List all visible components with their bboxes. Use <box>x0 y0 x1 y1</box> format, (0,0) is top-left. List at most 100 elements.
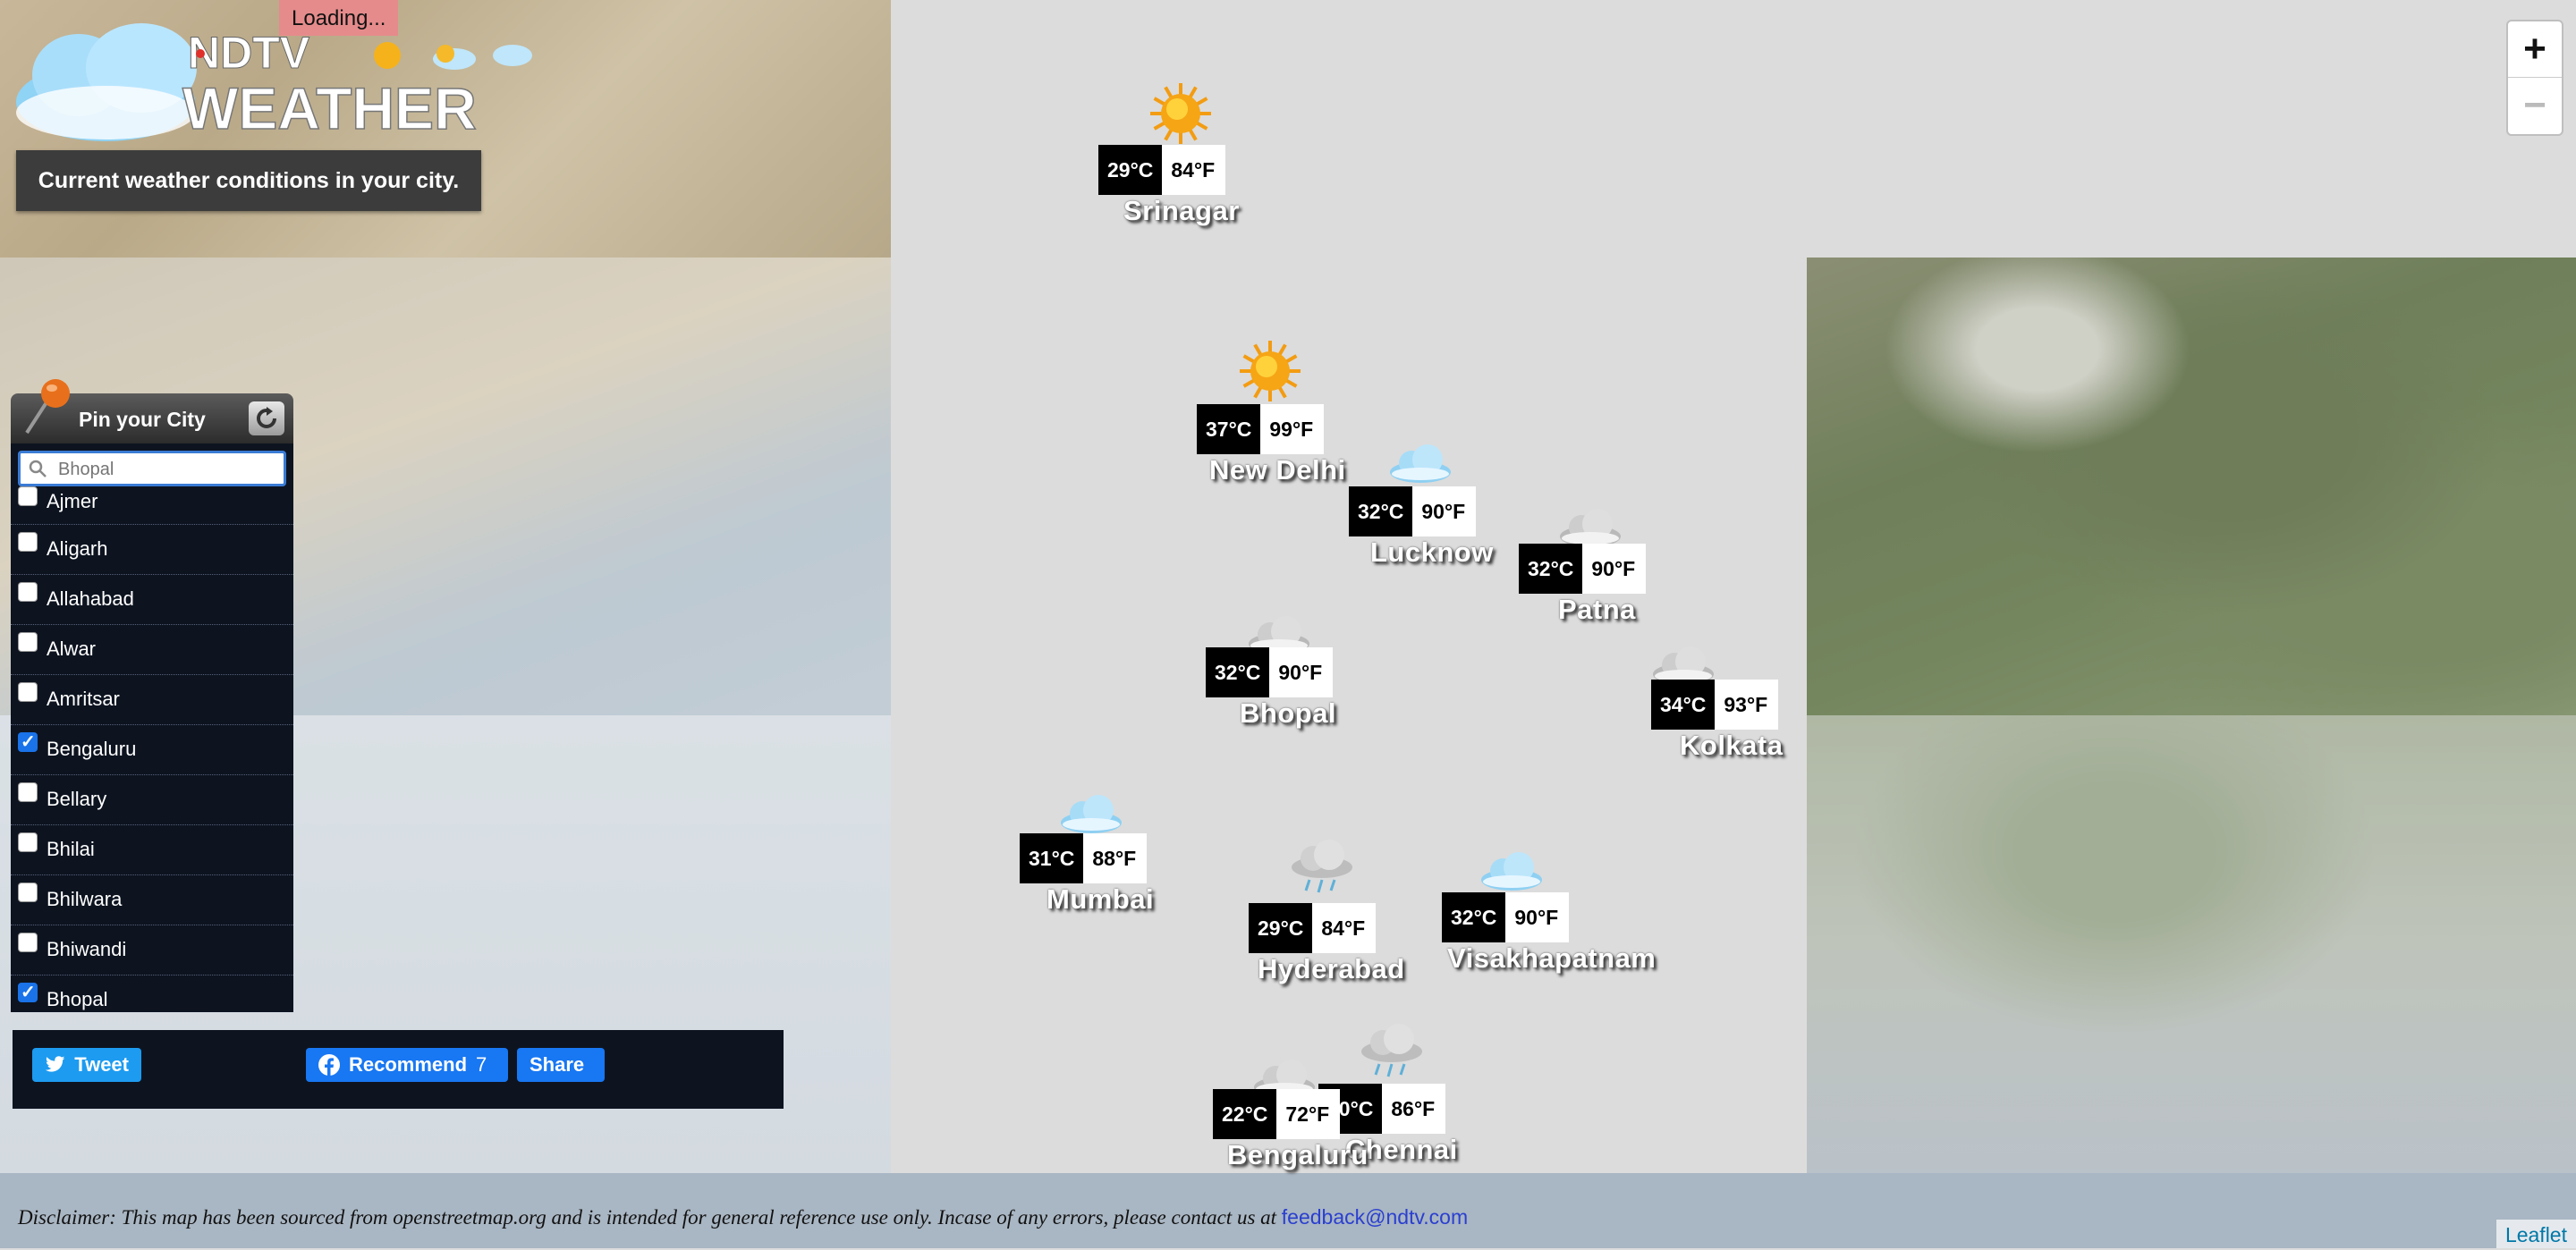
map-tile <box>891 0 1807 1173</box>
facebook-recommend-button[interactable]: Recommend 7 <box>306 1048 508 1082</box>
marker-city-name: Mumbai <box>1046 883 1155 915</box>
temperature-badge: 32°C 90°F <box>1519 544 1647 594</box>
temp-celsius: 32°C <box>1442 892 1506 942</box>
temp-celsius: 37°C <box>1197 404 1261 454</box>
city-list[interactable]: Ajmer Aligarh Allahabad Alwar Amritsar B… <box>11 486 293 1012</box>
temperature-badge: 32°C 90°F <box>1442 892 1570 942</box>
logo-sun-icon <box>374 42 401 69</box>
logo-cloud-icon <box>16 23 197 141</box>
marker-city-name: Lucknow <box>1370 536 1494 568</box>
city-checkbox[interactable] <box>18 832 38 852</box>
city-list-item[interactable]: Bellary <box>11 775 293 825</box>
recommend-count: 7 <box>476 1053 487 1076</box>
city-checkbox[interactable] <box>18 632 38 652</box>
disclaimer: Disclaimer: This map has been sourced fr… <box>18 1205 1468 1229</box>
city-label: Bhilai <box>47 838 95 860</box>
sun-icon <box>1234 340 1306 402</box>
zoom-out-button[interactable]: − <box>2508 78 2562 133</box>
marker-city-name: New Delhi <box>1209 454 1346 486</box>
temp-fahrenheit: 90°F <box>1505 892 1570 942</box>
twitter-bird-icon <box>45 1056 65 1072</box>
temperature-badge: 29°C 84°F <box>1098 145 1226 195</box>
temperature-badge: 34°C 93°F <box>1651 680 1779 730</box>
city-checkbox[interactable] <box>18 486 38 506</box>
cloud-icon <box>1476 835 1547 898</box>
city-label: Bengaluru <box>47 738 137 760</box>
zoom-in-button[interactable]: + <box>2508 21 2562 78</box>
city-checkbox[interactable] <box>18 682 38 702</box>
marker-city-name: Bhopal <box>1240 697 1337 729</box>
feedback-email-link[interactable]: feedback@ndtv.com <box>1282 1205 1468 1229</box>
temp-fahrenheit: 86°F <box>1382 1084 1446 1134</box>
tweet-label: Tweet <box>74 1053 129 1076</box>
sun-icon <box>1145 82 1216 145</box>
city-list-item[interactable]: Bhopal <box>11 976 293 1012</box>
city-search <box>18 451 286 486</box>
temp-fahrenheit: 93°F <box>1715 680 1779 730</box>
temp-celsius: 32°C <box>1349 486 1413 536</box>
city-list-item[interactable]: Bhilai <box>11 825 293 875</box>
pin-city-panel: Pin your City Ajmer Aligarh Allahabad Al… <box>11 379 293 1012</box>
city-search-input[interactable] <box>56 459 275 481</box>
temp-celsius: 22°C <box>1213 1089 1277 1139</box>
logo-cloud-small-icon <box>433 45 476 70</box>
temperature-badge: 29°C 84°F <box>1249 903 1377 953</box>
map-tile <box>1807 0 2265 258</box>
marker-city-name: Bengaluru <box>1227 1139 1368 1170</box>
city-checkbox[interactable] <box>18 933 38 952</box>
city-list-item[interactable]: Aligarh <box>11 525 293 575</box>
temperature-badge: 22°C 72°F <box>1213 1089 1341 1139</box>
city-checkbox[interactable] <box>18 532 38 552</box>
city-list-item[interactable]: Ajmer <box>11 486 293 525</box>
recommend-label: Recommend <box>349 1053 468 1076</box>
temp-fahrenheit: 90°F <box>1412 486 1477 536</box>
cloud-icon <box>1055 778 1127 840</box>
temp-fahrenheit: 84°F <box>1312 903 1377 953</box>
map-tile-overlay <box>1807 715 2576 1173</box>
temp-celsius: 34°C <box>1651 680 1716 730</box>
temp-fahrenheit: 90°F <box>1582 544 1647 594</box>
city-checkbox[interactable] <box>18 582 38 602</box>
refresh-icon <box>257 407 276 428</box>
page-subtitle: Current weather conditions in your city. <box>16 150 481 211</box>
loading-indicator: Loading... <box>279 0 399 36</box>
map-tile <box>1807 258 2576 715</box>
push-pin-icon <box>25 379 70 435</box>
temperature-badge: 32°C 90°F <box>1349 486 1477 536</box>
ndtv-weather-logo: NDTV WEATHER <box>7 13 544 147</box>
panel-title: Pin your City <box>79 408 206 431</box>
tweet-button[interactable]: Tweet <box>32 1048 141 1082</box>
city-list-item[interactable]: Alwar <box>11 625 293 675</box>
marker-city-name: Kolkata <box>1680 730 1784 761</box>
rain-cloud-icon <box>1356 1021 1428 1084</box>
city-list-item[interactable]: Bhiwandi <box>11 925 293 976</box>
marker-city-name: Visakhapatnam <box>1447 942 1657 974</box>
city-checkbox[interactable] <box>18 883 38 902</box>
city-label: Amritsar <box>47 688 120 710</box>
city-list-item[interactable]: Bhilwara <box>11 875 293 925</box>
svg-text:WEATHER: WEATHER <box>182 75 477 141</box>
city-checkbox[interactable] <box>18 731 38 753</box>
city-checkbox[interactable] <box>18 782 38 802</box>
temp-celsius: 29°C <box>1249 903 1313 953</box>
leaflet-attribution-link[interactable]: Leaflet <box>2496 1220 2576 1248</box>
city-label: Bhiwandi <box>47 938 127 960</box>
share-label: Share <box>530 1053 585 1076</box>
marker-city-name: Patna <box>1558 594 1636 625</box>
city-checkbox[interactable] <box>18 981 38 1003</box>
marker-city-name: Srinagar <box>1123 195 1240 226</box>
share-bar: Tweet Recommend 7 Share <box>13 1030 784 1109</box>
disclaimer-text: Disclaimer: This map has been sourced fr… <box>18 1206 1277 1229</box>
city-label: Aligarh <box>47 537 108 560</box>
rain-cloud-icon <box>1286 837 1358 899</box>
temp-celsius: 29°C <box>1098 145 1163 195</box>
city-list-item[interactable]: Amritsar <box>11 675 293 725</box>
facebook-share-button[interactable]: Share <box>517 1048 605 1082</box>
refresh-button[interactable] <box>249 401 284 435</box>
city-list-item[interactable]: Bengaluru <box>11 725 293 775</box>
city-list-item[interactable]: Allahabad <box>11 575 293 625</box>
cloud-icon <box>1385 427 1456 490</box>
temp-fahrenheit: 84°F <box>1162 145 1226 195</box>
zoom-control: + − <box>2506 20 2563 136</box>
panel-body: Ajmer Aligarh Allahabad Alwar Amritsar B… <box>11 443 293 1012</box>
